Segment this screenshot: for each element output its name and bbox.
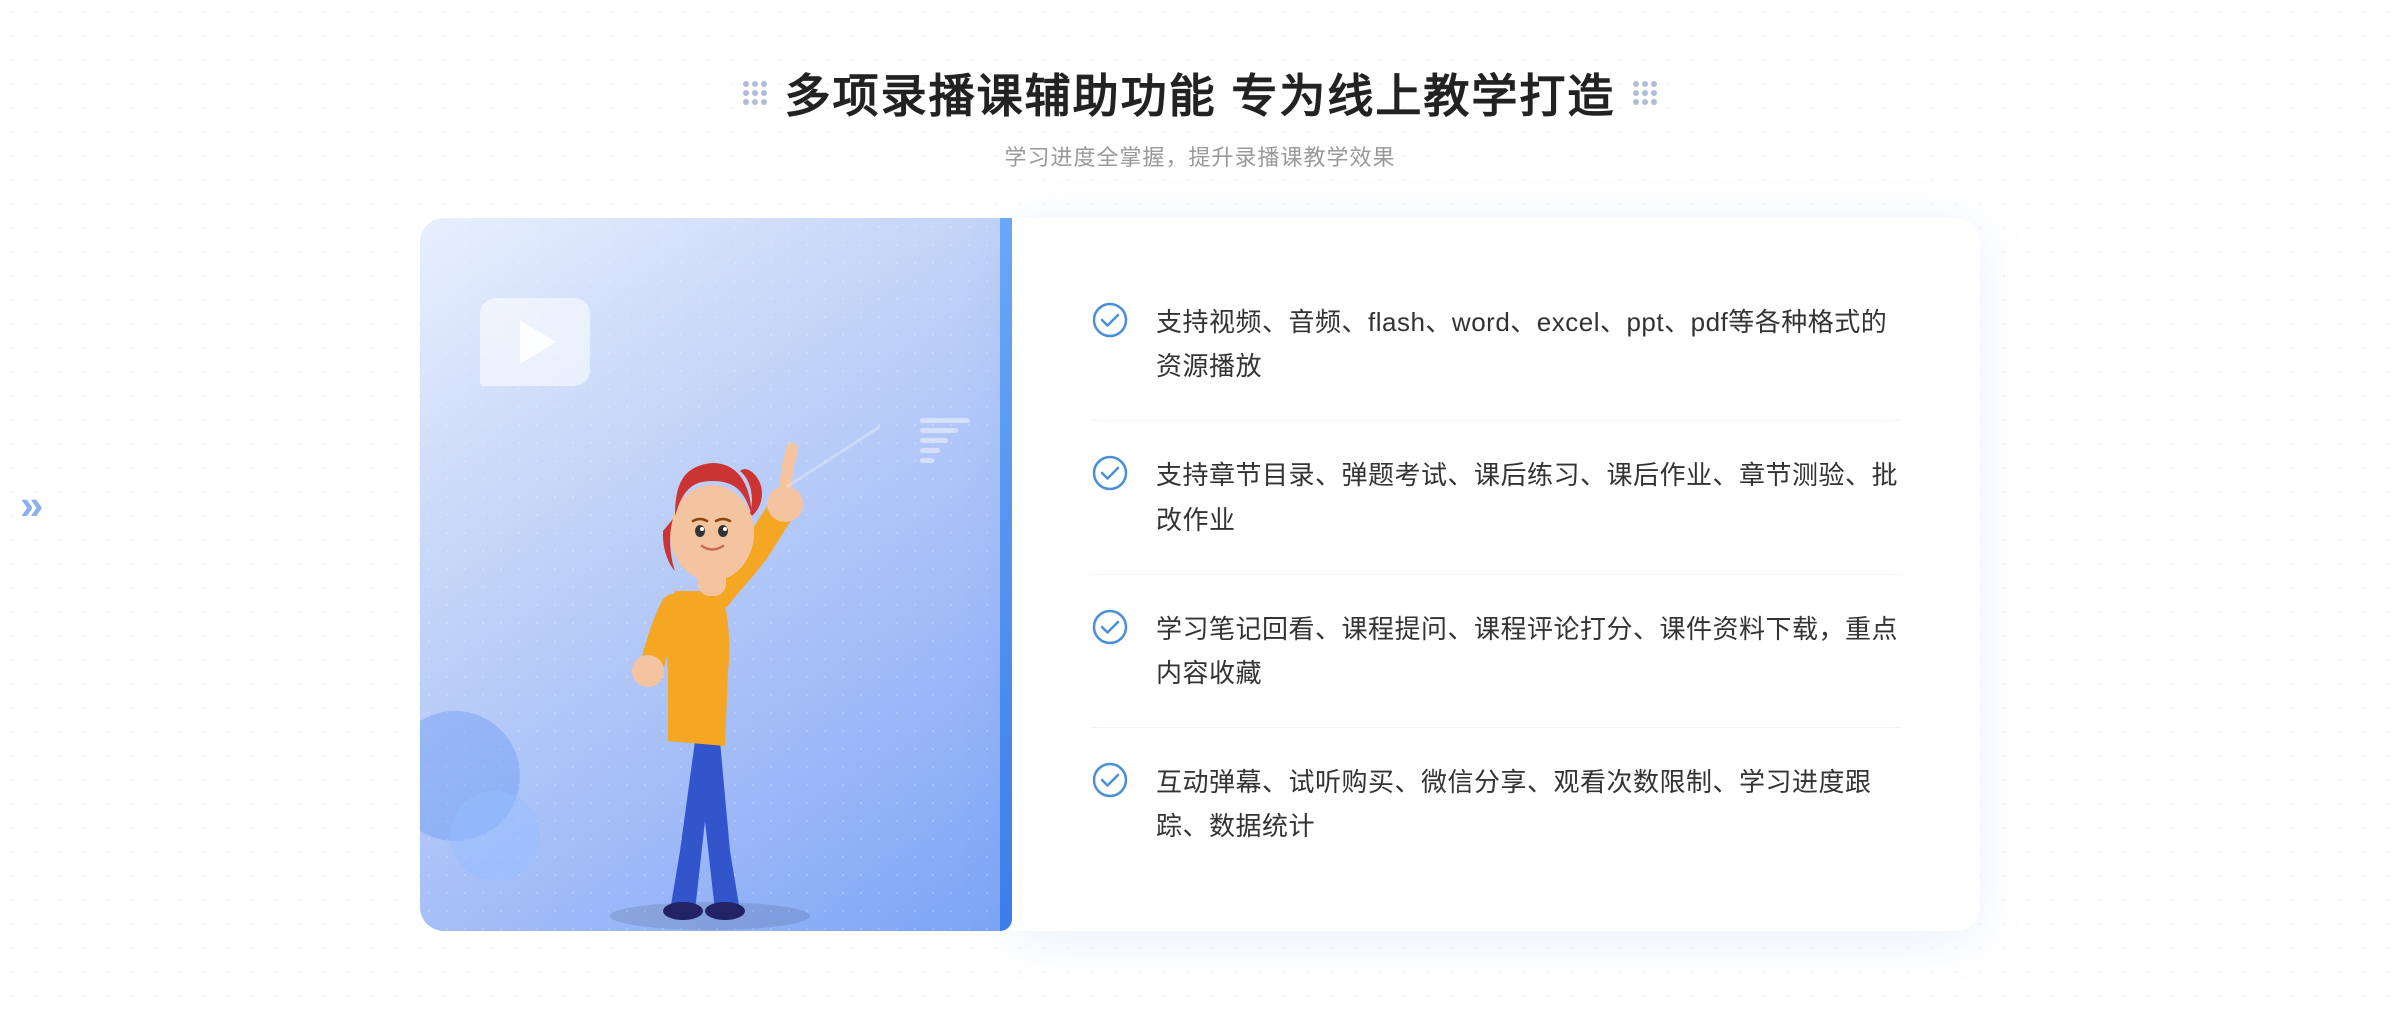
check-icon-3 bbox=[1092, 609, 1128, 645]
header-title-row: 多项录播课辅助功能 专为线上教学打造 bbox=[743, 60, 1658, 126]
check-icon-1 bbox=[1092, 302, 1128, 338]
illustration-panel bbox=[420, 218, 1000, 931]
main-content: 支持视频、音频、flash、word、excel、ppt、pdf等各种格式的资源… bbox=[420, 218, 1980, 931]
content-wrapper: 多项录播课辅助功能 专为线上教学打造 学习进度全掌握，提升录播课教学效果 bbox=[0, 60, 2400, 931]
feature-item-1: 支持视频、音频、flash、word、excel、ppt、pdf等各种格式的资源… bbox=[1092, 268, 1900, 421]
page-container: » 多项录播课辅助功能 专为线上教学打造 bbox=[0, 0, 2400, 1011]
header-section: 多项录播课辅助功能 专为线上教学打造 学习进度全掌握，提升录播课教学效果 bbox=[743, 60, 1658, 172]
dot-grid-left bbox=[743, 81, 767, 105]
stripe-3 bbox=[920, 438, 948, 443]
features-panel-wrapper: 支持视频、音频、flash、word、excel、ppt、pdf等各种格式的资源… bbox=[1000, 218, 1980, 931]
stripe-1 bbox=[920, 418, 970, 423]
check-icon-4 bbox=[1092, 762, 1128, 798]
deco-stripes bbox=[920, 418, 970, 463]
sub-title: 学习进度全掌握，提升录播课教学效果 bbox=[743, 140, 1658, 172]
feature-item-3: 学习笔记回看、课程提问、课程评论打分、课件资料下载，重点内容收藏 bbox=[1092, 575, 1900, 728]
title-dots-left bbox=[743, 81, 767, 105]
dot-grid-right bbox=[1633, 81, 1657, 105]
feature-item-4: 互动弹幕、试听购买、微信分享、观看次数限制、学习进度跟踪、数据统计 bbox=[1092, 728, 1900, 880]
deco-circle-small bbox=[450, 791, 540, 881]
stripe-5 bbox=[920, 458, 934, 463]
check-icon-2 bbox=[1092, 455, 1128, 491]
title-dots-right bbox=[1633, 81, 1657, 105]
stripe-4 bbox=[920, 448, 940, 453]
blue-side-bar bbox=[1000, 218, 1012, 931]
play-icon bbox=[520, 320, 556, 364]
chevron-double-icon: » bbox=[20, 481, 43, 529]
main-title: 多项录播课辅助功能 专为线上教学打造 bbox=[785, 60, 1616, 126]
person-illustration bbox=[540, 371, 880, 931]
features-panel: 支持视频、音频、flash、word、excel、ppt、pdf等各种格式的资源… bbox=[1012, 218, 1980, 931]
feature-text-1: 支持视频、音频、flash、word、excel、ppt、pdf等各种格式的资源… bbox=[1156, 300, 1900, 388]
feature-text-3: 学习笔记回看、课程提问、课程评论打分、课件资料下载，重点内容收藏 bbox=[1156, 607, 1900, 695]
left-chevrons: » bbox=[20, 481, 43, 529]
stripe-2 bbox=[920, 428, 958, 433]
feature-text-2: 支持章节目录、弹题考试、课后练习、课后作业、章节测验、批改作业 bbox=[1156, 453, 1900, 541]
feature-text-4: 互动弹幕、试听购买、微信分享、观看次数限制、学习进度跟踪、数据统计 bbox=[1156, 760, 1900, 848]
feature-item-2: 支持章节目录、弹题考试、课后练习、课后作业、章节测验、批改作业 bbox=[1092, 421, 1900, 574]
